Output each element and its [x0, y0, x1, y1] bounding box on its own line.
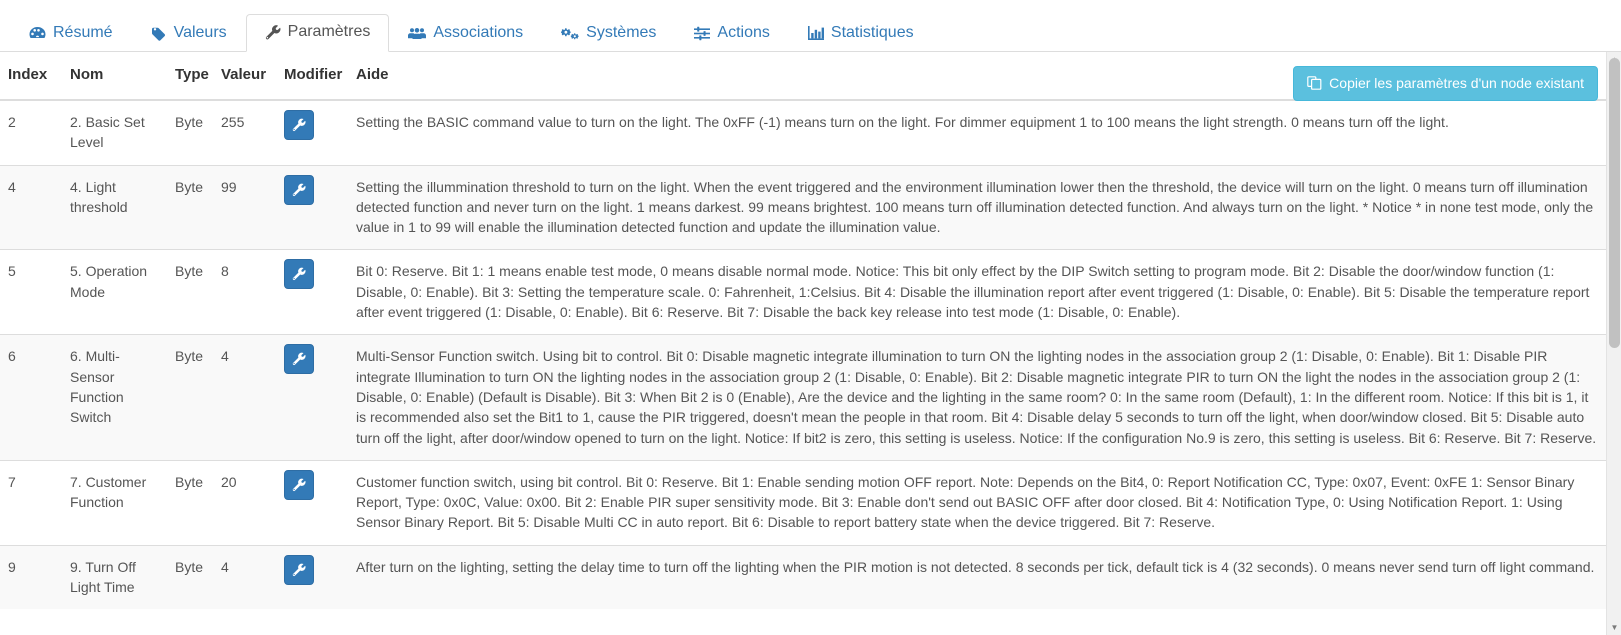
cell-index: 4 [0, 164, 62, 250]
copy-icon [1307, 76, 1322, 91]
cell-aide: Setting the illummination threshold to t… [348, 164, 1606, 250]
edit-parameter-button[interactable] [284, 110, 314, 140]
cell-type: Byte [167, 249, 213, 335]
parameters-table-container: Index Nom Type Valeur Modifier Aide 2 2.… [0, 52, 1621, 635]
tab-systemes[interactable]: Systèmes [542, 15, 675, 52]
cell-modifier [276, 249, 348, 335]
table-row: 6 6. Multi-Sensor Function Switch Byte 4… [0, 334, 1606, 461]
cell-modifier [276, 164, 348, 250]
cell-aide: Customer function switch, using bit cont… [348, 459, 1606, 546]
tab-label: Statistiques [830, 24, 914, 41]
wrench-icon [265, 24, 281, 40]
tab-associations[interactable]: Associations [389, 15, 542, 52]
column-header-index: Index [0, 52, 62, 101]
parameters-table-body: 2 2. Basic Set Level Byte 255 Setting th… [0, 99, 1606, 610]
cell-index: 2 [0, 99, 62, 166]
tab-actions[interactable]: Actions [675, 15, 788, 52]
cell-type: Byte [167, 459, 213, 546]
cell-nom: 9. Turn Off Light Time [62, 544, 167, 610]
tab-statistiques[interactable]: Statistiques [789, 15, 933, 52]
cell-aide: After turn on the lighting, setting the … [348, 544, 1606, 610]
wrench-icon [292, 563, 306, 577]
cell-aide: Bit 0: Reserve. Bit 1: 1 means enable te… [348, 249, 1606, 335]
cell-valeur: 4 [213, 544, 276, 610]
cell-index: 5 [0, 249, 62, 335]
wrench-icon [292, 118, 306, 132]
tab-label: Associations [433, 24, 524, 41]
cell-index: 6 [0, 334, 62, 461]
cell-nom: 5. Operation Mode [62, 249, 167, 335]
wrench-icon [292, 478, 306, 492]
gears-icon [561, 26, 579, 41]
tab-label: Paramètres [287, 23, 371, 40]
table-row: 4 4. Light threshold Byte 99 Setting the… [0, 164, 1606, 250]
edit-parameter-button[interactable] [284, 259, 314, 290]
edit-parameter-button[interactable] [284, 554, 314, 585]
wrench-icon [292, 267, 306, 281]
sliders-icon [694, 26, 711, 41]
cell-valeur: 99 [213, 164, 276, 250]
tab-label: Actions [717, 24, 770, 41]
cell-modifier [276, 459, 348, 546]
bar-chart-icon [807, 25, 824, 41]
tab-resume[interactable]: Résumé [10, 15, 132, 52]
edit-parameter-button[interactable] [284, 344, 314, 375]
table-row: 2 2. Basic Set Level Byte 255 Setting th… [0, 99, 1606, 166]
cell-type: Byte [167, 334, 213, 461]
wrench-icon [292, 183, 306, 197]
dashboard-icon [29, 26, 46, 41]
cell-type: Byte [167, 164, 213, 250]
cell-index: 9 [0, 544, 62, 610]
edit-parameter-button[interactable] [284, 469, 314, 500]
tab-parametres[interactable]: Paramètres [245, 14, 390, 52]
tab-label: Résumé [53, 24, 113, 41]
cell-aide: Multi-Sensor Function switch. Using bit … [348, 334, 1606, 461]
copy-parameters-button[interactable]: Copier les paramètres d'un node existant [1293, 66, 1598, 101]
table-row: 9 9. Turn Off Light Time Byte 4 After tu… [0, 544, 1606, 610]
column-header-type: Type [167, 52, 213, 101]
column-header-modifier: Modifier [276, 52, 348, 101]
tab-bar: Résumé Valeurs Paramètres Associations S [0, 0, 1621, 52]
cell-aide: Setting the BASIC command value to turn … [348, 99, 1606, 166]
table-row: 7 7. Customer Function Byte 20 Customer … [0, 459, 1606, 546]
scroll-down-icon[interactable]: ▼ [1607, 620, 1621, 635]
tab-label: Systèmes [586, 24, 657, 41]
cell-valeur: 8 [213, 249, 276, 335]
cell-valeur: 255 [213, 99, 276, 166]
cell-valeur: 4 [213, 334, 276, 461]
column-header-nom: Nom [62, 52, 167, 101]
users-icon [408, 26, 427, 41]
column-header-valeur: Valeur [213, 52, 276, 101]
cell-nom: 7. Customer Function [62, 459, 167, 546]
wrench-icon [292, 352, 306, 366]
cell-index: 7 [0, 459, 62, 546]
cell-valeur: 20 [213, 459, 276, 546]
copy-parameters-label: Copier les paramètres d'un node existant [1329, 75, 1584, 91]
scrollbar-thumb[interactable] [1609, 58, 1620, 348]
table-row: 5 5. Operation Mode Byte 8 Bit 0: Reserv… [0, 249, 1606, 335]
cell-type: Byte [167, 99, 213, 166]
tag-icon [151, 26, 167, 41]
cell-nom: 2. Basic Set Level [62, 99, 167, 166]
cell-nom: 6. Multi-Sensor Function Switch [62, 334, 167, 461]
cell-modifier [276, 544, 348, 610]
edit-parameter-button[interactable] [284, 174, 314, 205]
parameters-page: Résumé Valeurs Paramètres Associations S [0, 0, 1621, 635]
cell-modifier [276, 99, 348, 166]
tab-label: Valeurs [173, 24, 227, 41]
cell-nom: 4. Light threshold [62, 164, 167, 250]
vertical-scrollbar[interactable]: ▲ ▼ [1606, 52, 1621, 635]
parameters-table: Index Nom Type Valeur Modifier Aide 2 2.… [0, 52, 1606, 610]
cell-modifier [276, 334, 348, 461]
tab-valeurs[interactable]: Valeurs [132, 15, 246, 52]
cell-type: Byte [167, 544, 213, 610]
